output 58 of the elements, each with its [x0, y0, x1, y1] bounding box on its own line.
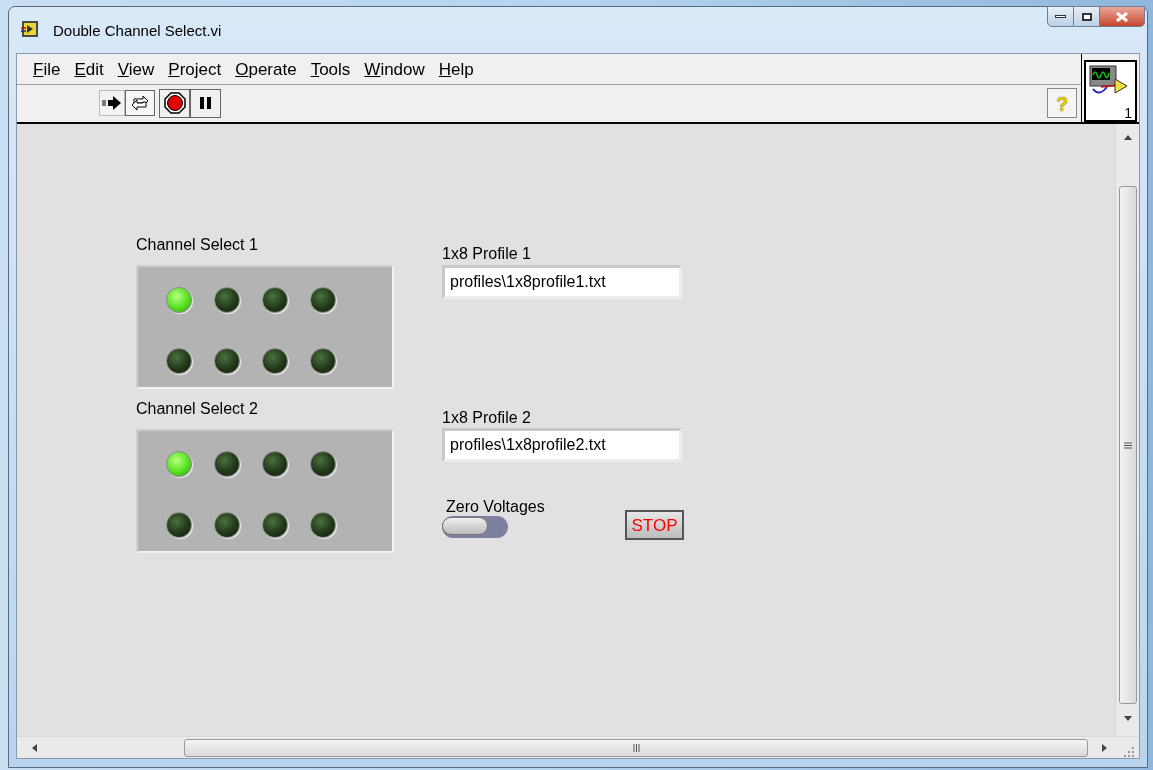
stop-sign-icon: [163, 92, 186, 114]
circular-arrows-icon: [130, 94, 150, 112]
resize-grip-icon[interactable]: [1124, 746, 1134, 757]
profile-label: 1x8 Profile 2: [442, 410, 531, 426]
close-icon: [1116, 11, 1128, 22]
abort-button[interactable]: [159, 88, 190, 118]
led-indicator[interactable]: [214, 511, 240, 538]
scroll-up-icon[interactable]: [1122, 134, 1133, 140]
menu-item[interactable]: Project: [161, 60, 229, 78]
path-field[interactable]: profiles\1x8profile2.txt: [442, 428, 682, 462]
led-indicator[interactable]: [310, 451, 336, 477]
vertical-scrollbar[interactable]: [1115, 124, 1139, 736]
run-arrow-icon: [102, 95, 122, 111]
menu-item[interactable]: Help: [431, 60, 481, 78]
led-indicator[interactable]: [166, 347, 192, 374]
menu-item[interactable]: File: [26, 60, 68, 78]
toggle-switch[interactable]: [442, 516, 508, 538]
menu-item[interactable]: Tools: [303, 60, 358, 78]
menu-item[interactable]: Edit: [67, 60, 111, 78]
led-indicator[interactable]: [262, 511, 288, 538]
scroll-left-icon[interactable]: [31, 742, 37, 753]
run-button[interactable]: [99, 90, 125, 116]
menu-item[interactable]: View: [110, 60, 162, 78]
profile-label: 1x8 Profile 1: [442, 246, 531, 262]
scroll-down-icon[interactable]: [1122, 716, 1133, 722]
minimize-button[interactable]: [1047, 6, 1074, 27]
grip-icon: [1123, 441, 1132, 449]
grip-icon: [632, 743, 640, 752]
horizontal-scrollbar[interactable]: [17, 736, 1139, 758]
pause-icon: [198, 96, 213, 110]
run-continuously-button[interactable]: [125, 90, 155, 116]
led-indicator[interactable]: [310, 287, 336, 313]
scroll-right-icon[interactable]: [1102, 742, 1108, 753]
led-indicator[interactable]: [214, 287, 240, 313]
menu-item[interactable]: Window: [357, 60, 432, 78]
channel-label: Channel Select 1: [136, 237, 258, 253]
window-title: Double Channel Select.vi: [53, 21, 222, 41]
pause-button[interactable]: [190, 88, 221, 118]
toggle-label: Zero Voltages: [446, 499, 545, 515]
vi-icon: [21, 21, 39, 37]
led-indicator[interactable]: [214, 451, 240, 477]
menu-item[interactable]: Operate: [228, 60, 304, 78]
channel-label: Channel Select 2: [136, 401, 258, 417]
led-indicator[interactable]: [166, 511, 192, 538]
maximize-button[interactable]: [1074, 6, 1100, 27]
minimize-icon: [1055, 15, 1066, 18]
scrollbar-thumb[interactable]: [1118, 186, 1137, 704]
path-field[interactable]: profiles\1x8profile1.txt: [442, 265, 682, 299]
led-indicator[interactable]: [310, 347, 336, 374]
maximize-icon: [1081, 12, 1092, 21]
icon-number: 1: [1124, 106, 1132, 120]
led-indicator[interactable]: [262, 451, 288, 477]
led-indicator[interactable]: [262, 347, 288, 374]
scrollbar-thumb[interactable]: [184, 738, 1088, 757]
close-button[interactable]: [1100, 6, 1145, 27]
led-indicator[interactable]: [310, 511, 336, 538]
led-indicator[interactable]: [214, 347, 240, 374]
led-indicator[interactable]: [262, 287, 288, 313]
